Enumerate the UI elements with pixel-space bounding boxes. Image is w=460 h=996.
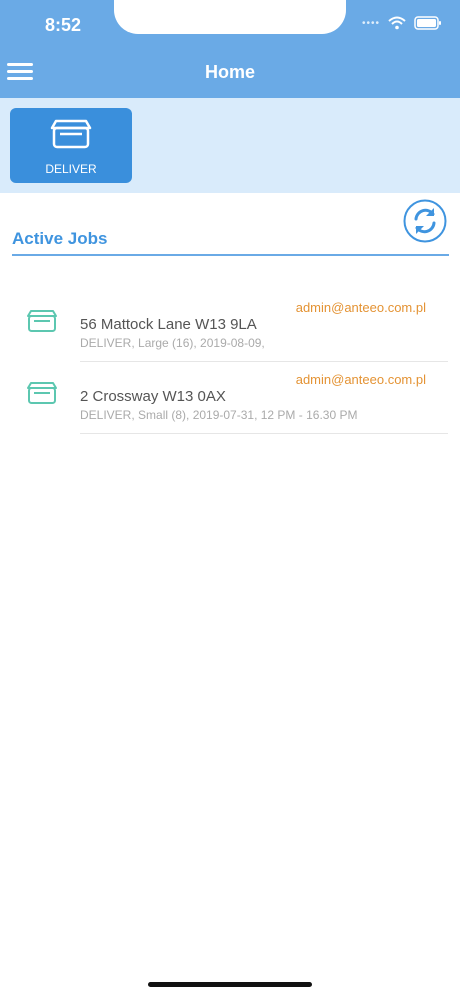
job-address: 56 Mattock Lane W13 9LA [80,316,257,333]
status-icons: •••• [362,16,442,30]
job-meta: DELIVER, Large (16), 2019-08-09, [80,336,265,350]
box-icon [27,382,57,404]
job-email: admin@anteeo.com.pl [295,300,426,315]
app-header: 8:52 •••• Home [0,0,460,98]
deliver-button[interactable]: DELIVER [10,108,132,183]
job-address: 2 Crossway W13 0AX [80,388,226,405]
box-icon [27,310,57,332]
job-list-item[interactable]: admin@anteeo.com.pl 56 Mattock Lane W13 … [0,297,460,369]
job-email: admin@anteeo.com.pl [295,372,426,387]
job-meta: DELIVER, Small (8), 2019-07-31, 12 PM - … [80,408,358,422]
device-notch [114,0,346,34]
box-icon [50,119,92,149]
page-title: Home [204,62,255,82]
home-indicator [148,982,312,987]
status-time: 8:52 [45,15,82,35]
section-divider [12,254,449,256]
wifi-icon [388,16,406,30]
deliver-button-label: DELIVER [45,162,97,176]
refresh-icon[interactable] [403,199,447,243]
job-divider [80,433,448,434]
job-divider [80,361,448,362]
active-jobs-title: Active Jobs [12,229,108,248]
signal-icon: •••• [361,17,380,29]
job-list-item[interactable]: admin@anteeo.com.pl 2 Crossway W13 0AX D… [0,369,460,441]
battery-icon [414,16,441,30]
